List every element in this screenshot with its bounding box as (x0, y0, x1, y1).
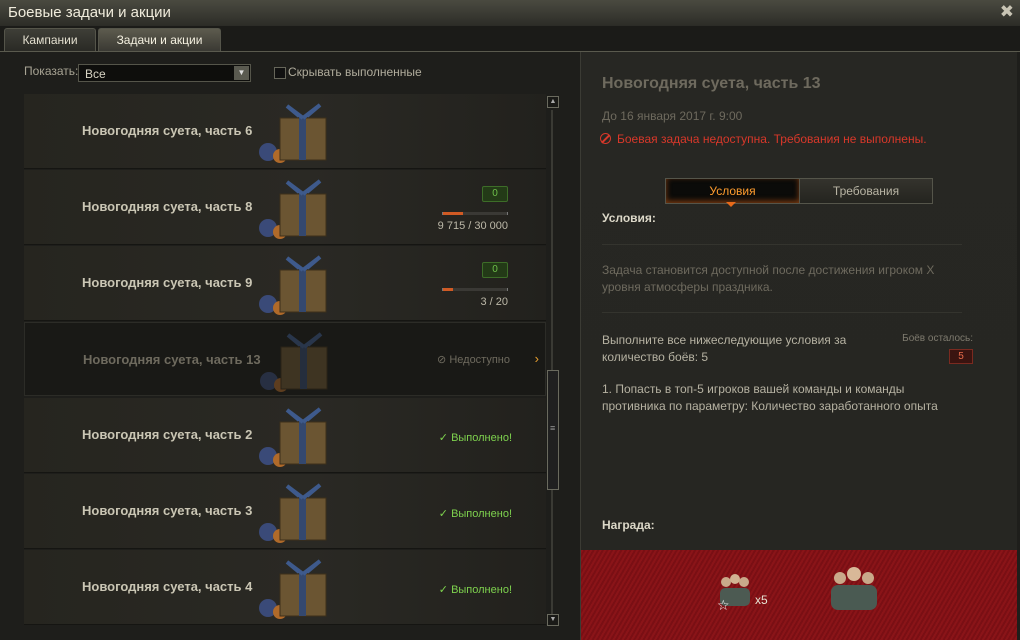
quest-name: Новогодняя суета, часть 3 (82, 503, 253, 518)
scroll-down-icon[interactable]: ▼ (547, 614, 559, 626)
forbidden-icon: ⊘ (437, 354, 447, 366)
svg-text:☆: ☆ (717, 598, 730, 612)
task-text: Выполните все нижеследующие условия за к… (602, 333, 847, 364)
detail-tab-switcher: Условия Требования (665, 178, 933, 204)
checkmark-icon: ✓ (438, 508, 448, 520)
gift-box-icon (259, 103, 327, 163)
show-filter-value: Все (85, 67, 106, 81)
availability-text: Задача становится доступной после достиж… (602, 263, 935, 294)
quest-deadline: До 16 января 2017 г. 9:00 (602, 109, 743, 123)
quest-row[interactable]: Новогодняя суета, часть 8 0 9 715 / 30 0… (24, 170, 546, 245)
quest-counter-badge: 0 (482, 186, 508, 202)
unavailable-warning: Боевая задача недоступна. Требования не … (600, 132, 927, 146)
checkmark-icon: ✓ (438, 432, 448, 444)
gift-box-icon (259, 559, 327, 619)
window-title: Боевые задачи и акции (8, 4, 171, 21)
scroll-thumb[interactable]: ≡ (547, 370, 559, 490)
quest-detail-panel: Новогодняя суета, часть 13 До 16 января … (580, 52, 1017, 640)
quest-status-text: Недоступно (449, 354, 510, 366)
battles-left-value: 5 (949, 349, 973, 364)
quest-name: Новогодняя суета, часть 4 (82, 579, 253, 594)
quest-status-text: Выполнено! (451, 584, 512, 596)
gift-box-icon (260, 332, 328, 392)
tank-crew-icon[interactable] (825, 564, 883, 612)
crew-members-icon[interactable]: ☆ (715, 570, 755, 612)
tab-bar: Кампании Задачи и акции (0, 26, 1020, 52)
quest-list: Новогодняя суета, часть 6 Новогодняя суе… (24, 94, 546, 626)
quest-progress-fill (443, 288, 453, 291)
gift-box-icon (259, 179, 327, 239)
quest-name: Новогодняя суета, часть 13 (83, 352, 261, 367)
forbidden-icon (600, 133, 611, 144)
show-filter-label: Показать: (24, 64, 79, 78)
quest-status-completed: ✓ Выполнено! (439, 583, 512, 596)
quest-status-text: Выполнено! (451, 508, 512, 520)
chevron-down-icon: ▼ (234, 66, 249, 80)
tab-quests-and-actions[interactable]: Задачи и акции (98, 28, 221, 51)
quest-progress-bar (442, 212, 508, 215)
quest-row[interactable]: Новогодняя суета, часть 3 ✓ Выполнено! (24, 474, 546, 549)
caret-down-icon (726, 202, 736, 207)
reward-header: Награда: (602, 518, 655, 532)
conditions-header: Условия: (602, 211, 656, 225)
tab-requirements[interactable]: Требования (800, 179, 932, 203)
quest-name: Новогодняя суета, часть 6 (82, 123, 253, 138)
quest-name: Новогодняя суета, часть 2 (82, 427, 253, 442)
reward-banner: ☆ x5 (581, 550, 1017, 640)
hide-completed-checkbox[interactable] (274, 67, 286, 79)
tab-campaigns[interactable]: Кампании (4, 28, 96, 51)
quest-row[interactable]: Новогодняя суета, часть 4 ✓ Выполнено! (24, 550, 546, 625)
gift-box-icon (259, 407, 327, 467)
chevron-right-icon: › (534, 351, 539, 366)
close-icon[interactable]: ✖ (1000, 2, 1014, 22)
quest-list-scrollbar[interactable]: ▲ ≡ ▼ (547, 96, 559, 627)
condition-item: 1. Попасть в топ-5 игроков вашей команды… (602, 382, 938, 413)
show-filter-dropdown[interactable]: Все ▼ (78, 64, 251, 82)
quest-status-unavailable: ⊘ Недоступно (437, 353, 510, 366)
quest-progress-fill (443, 212, 464, 215)
quest-progress-text: 3 / 20 (480, 296, 508, 308)
quest-status-completed: ✓ Выполнено! (439, 431, 512, 444)
battles-left-label: Боёв осталось: (902, 333, 973, 344)
divider (602, 312, 962, 313)
quest-status-completed: ✓ Выполнено! (439, 507, 512, 520)
quest-progress-bar (442, 288, 508, 291)
gift-box-icon (259, 255, 327, 315)
quest-counter-badge: 0 (482, 262, 508, 278)
quest-row-selected[interactable]: Новогодняя суета, часть 13 ⊘ Недоступно … (24, 322, 546, 396)
quest-name: Новогодняя суета, часть 8 (82, 199, 253, 214)
quest-row[interactable]: Новогодняя суета, часть 2 ✓ Выполнено! (24, 398, 546, 473)
quest-status-text: Выполнено! (451, 432, 512, 444)
quest-row[interactable]: Новогодняя суета, часть 9 0 3 / 20 (24, 246, 546, 321)
quest-row[interactable]: Новогодняя суета, часть 6 (24, 94, 546, 169)
divider (602, 244, 962, 245)
grip-icon: ≡ (550, 423, 556, 433)
gift-box-icon (259, 483, 327, 543)
warning-text: Боевая задача недоступна. Требования не … (617, 132, 927, 146)
scroll-up-icon[interactable]: ▲ (547, 96, 559, 108)
hide-completed-label: Скрывать выполненные (288, 65, 422, 79)
checkmark-icon: ✓ (438, 584, 448, 596)
quest-name: Новогодняя суета, часть 9 (82, 275, 253, 290)
quest-list-panel: Показать: Все ▼ Скрывать выполненные Нов… (8, 52, 568, 632)
quest-detail-title: Новогодняя суета, часть 13 (602, 75, 821, 92)
tab-conditions[interactable]: Условия (666, 179, 800, 203)
quest-progress-text: 9 715 / 30 000 (437, 220, 508, 232)
title-bar: Боевые задачи и акции ✖ (0, 0, 1020, 26)
reward-multiplier: x5 (755, 593, 768, 607)
scroll-track[interactable] (551, 110, 553, 614)
